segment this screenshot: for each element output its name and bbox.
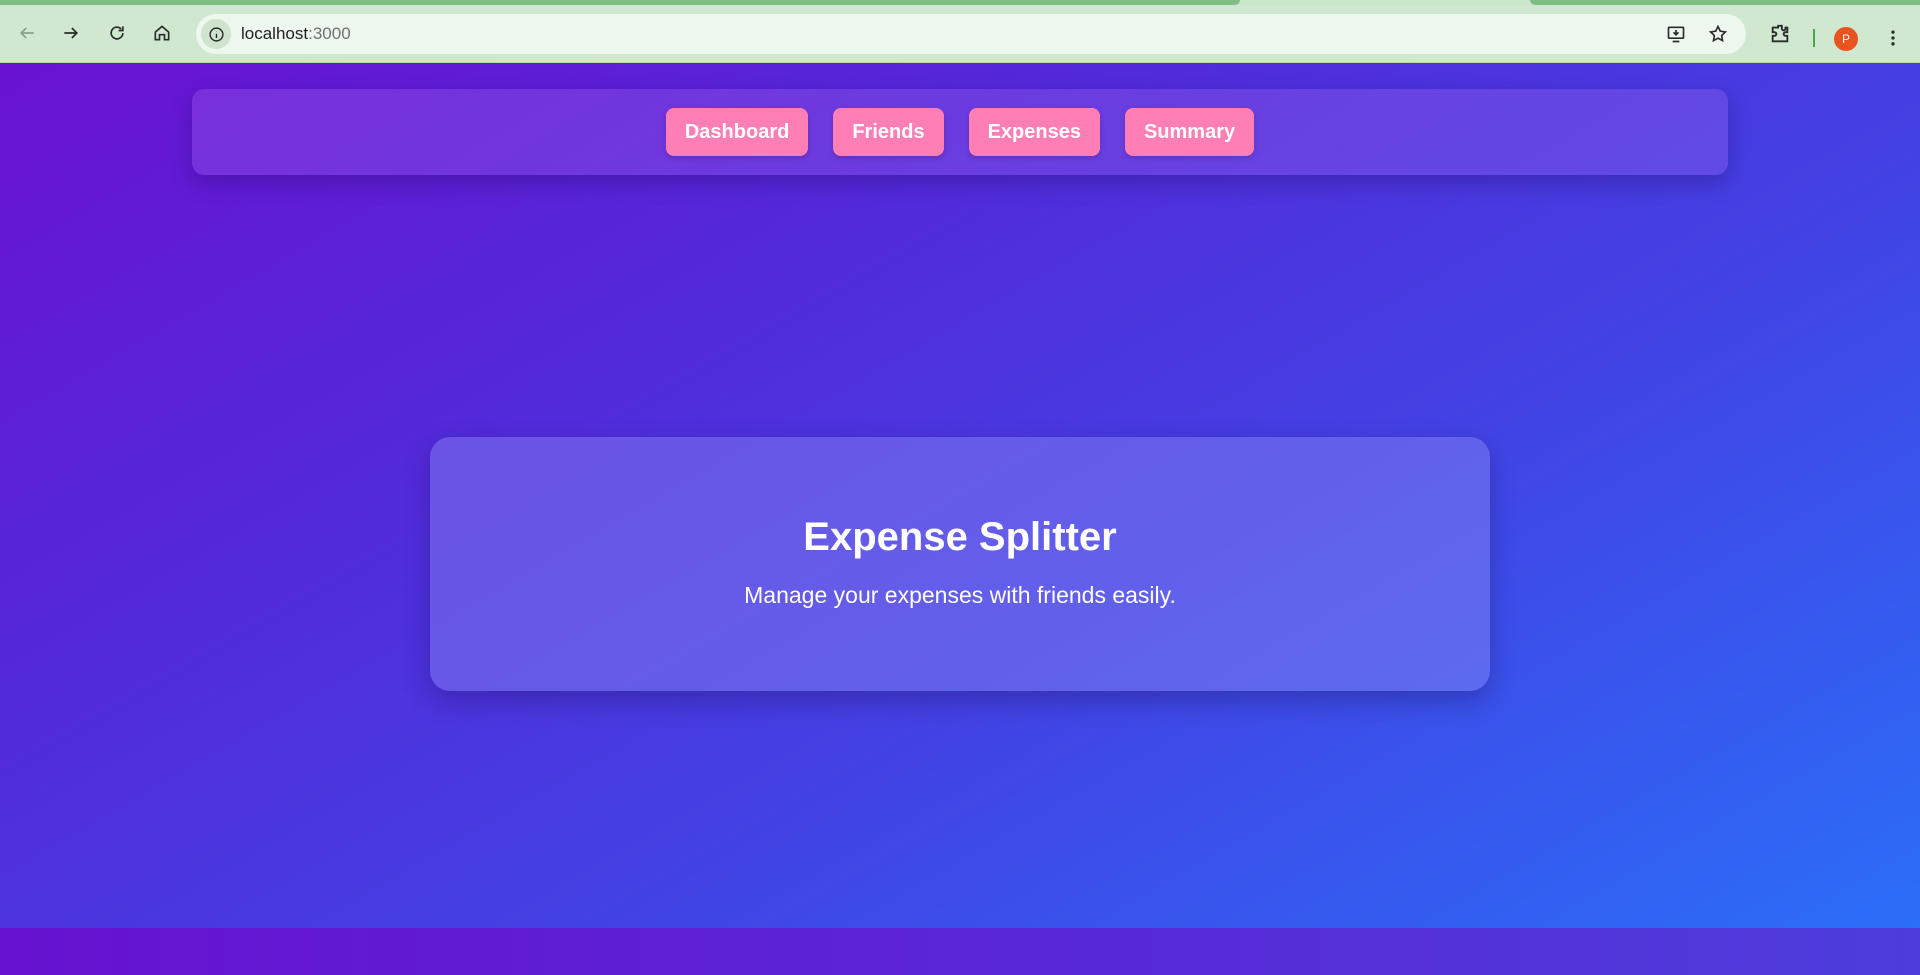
home-icon[interactable] [147, 18, 177, 48]
url-text[interactable]: localhost:3000 [241, 24, 351, 44]
top-navbar: Dashboard Friends Expenses Summary [192, 89, 1728, 175]
forward-icon[interactable] [56, 18, 86, 48]
nav-dashboard-button[interactable]: Dashboard [665, 108, 809, 156]
page-subtitle: Manage your expenses with friends easily… [744, 582, 1176, 608]
toolbar-separator [1813, 29, 1815, 47]
more-menu-icon[interactable] [1880, 23, 1906, 53]
nav-expenses-button[interactable]: Expenses [968, 108, 1100, 156]
url-host: localhost [241, 24, 309, 43]
star-icon[interactable] [1705, 21, 1731, 47]
page-viewport: Dashboard Friends Expenses Summary Expen… [0, 63, 1920, 928]
profile-avatar[interactable]: P [1834, 27, 1858, 51]
back-icon[interactable] [12, 18, 42, 48]
page-title: Expense Splitter [803, 515, 1117, 559]
info-icon[interactable] [201, 19, 231, 49]
nav-summary-button[interactable]: Summary [1124, 108, 1255, 156]
reload-icon[interactable] [102, 18, 132, 48]
url-port: :3000 [308, 24, 351, 43]
address-bar[interactable]: localhost:3000 [196, 14, 1746, 54]
nav-friends-button[interactable]: Friends [833, 108, 944, 156]
hero-card: Expense Splitter Manage your expenses wi… [430, 437, 1490, 691]
extensions-icon[interactable] [1766, 20, 1794, 48]
browser-toolbar: localhost:3000 P [0, 5, 1920, 63]
install-app-icon[interactable] [1663, 21, 1689, 47]
page-bottom-strip [0, 928, 1920, 975]
